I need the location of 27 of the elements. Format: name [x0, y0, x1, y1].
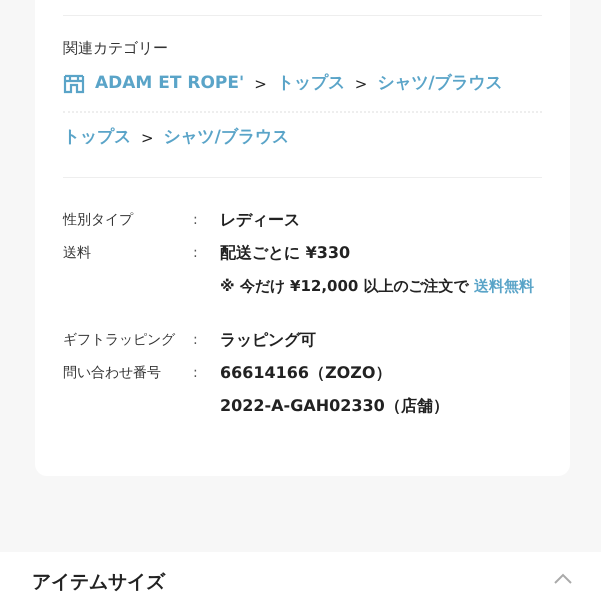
breadcrumb-separator: >: [354, 74, 368, 95]
detail-label: ギフトラッピング: [63, 331, 176, 350]
section-label: 関連カテゴリー: [63, 38, 169, 59]
detail-value: レディース: [220, 209, 301, 231]
shipping-note: ※ 今だけ ¥12,000 以上のご注文で 送料無料: [220, 276, 535, 297]
colon: :: [193, 244, 199, 263]
category-link[interactable]: トップス: [63, 125, 131, 151]
category-link[interactable]: シャツ/ブラウス: [164, 125, 289, 151]
detail-label: 送料: [63, 244, 92, 263]
chevron-up-icon[interactable]: [553, 572, 573, 584]
store-icon: [63, 74, 85, 94]
breadcrumb-separator: >: [141, 128, 154, 149]
detail-value: 配送ごとに ¥330: [220, 242, 352, 264]
section-title: アイテムサイズ: [32, 570, 165, 594]
detail-value: 2022-A-GAH02330（店舗）: [220, 395, 450, 417]
colon: :: [193, 364, 199, 383]
category-link[interactable]: ADAM ET ROPE': [95, 71, 244, 97]
breadcrumb-separator: >: [254, 74, 267, 95]
detail-value: 66614166（ZOZO）: [220, 362, 392, 384]
free-shipping-link[interactable]: 送料無料: [474, 277, 534, 295]
colon: :: [193, 331, 199, 350]
detail-label: 性別タイプ: [63, 211, 134, 230]
detail-value: ラッピング可: [220, 329, 317, 351]
category-link[interactable]: シャツ/ブラウス: [377, 71, 503, 97]
colon: :: [193, 211, 199, 230]
category-link[interactable]: トップス: [276, 71, 345, 97]
detail-label: 問い合わせ番号: [63, 364, 162, 383]
